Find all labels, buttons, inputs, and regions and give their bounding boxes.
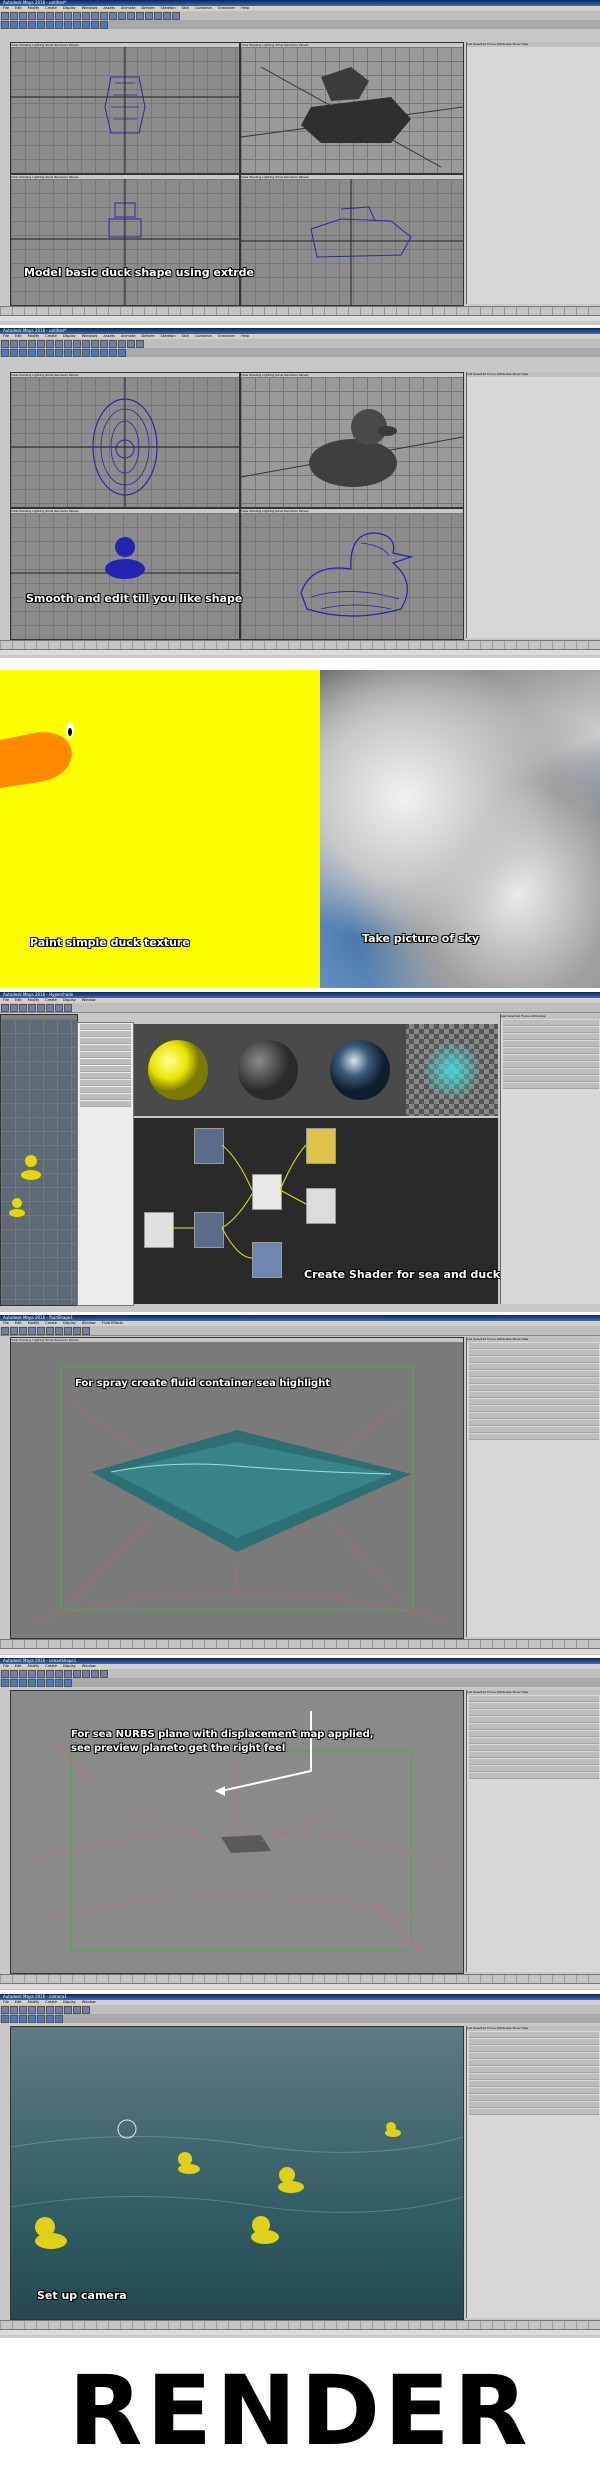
attribute-editor[interactable]: List Selected Focus Attributes Show Help [466, 2026, 600, 2318]
command-line[interactable] [0, 1648, 600, 1654]
duck-viewport[interactable] [0, 1014, 78, 1306]
camera-viewport[interactable]: Set up camera [10, 2026, 464, 2320]
maya-window-model: Autodesk Maya 2016 - untitled* File Edit M… [0, 0, 600, 325]
shelf-toolbar[interactable] [0, 348, 600, 357]
duck-texture-image: Paint simple duck texture [0, 670, 320, 988]
channel-box[interactable]: List Selected Focus Attributes Show Help [466, 42, 600, 304]
ocean-caption-line1: For sea NURBS plane with displacement ma… [71, 1729, 374, 1740]
shading-group-node[interactable] [306, 1188, 336, 1224]
shader-caption: Create Shader for sea and duck [304, 1268, 501, 1281]
texture-node[interactable] [194, 1128, 224, 1164]
shelf-toolbar[interactable] [0, 20, 600, 29]
time-slider[interactable] [0, 306, 600, 315]
shelf-toolbar[interactable] [0, 1678, 600, 1687]
status-line-toolbar[interactable] [0, 1326, 600, 1336]
command-line[interactable] [0, 1983, 600, 1989]
time-slider[interactable] [0, 1974, 600, 1983]
step-caption: Model basic duck shape using extrde [24, 266, 254, 279]
viewport-top[interactable]: View Shading Lighting Show Renderer Pane… [10, 42, 240, 174]
shader-node[interactable] [252, 1174, 282, 1210]
command-line[interactable] [0, 315, 600, 321]
time-slider[interactable] [0, 640, 600, 649]
material-swatches[interactable] [134, 1024, 498, 1116]
viewport-front[interactable]: View Shading Lighting Show Renderer Pane… [10, 174, 240, 306]
fluid-caption: For spray create fluid container sea hig… [75, 1378, 331, 1389]
viewport-side[interactable]: View Shading Lighting Show Renderer Pane… [240, 508, 464, 640]
status-line-toolbar[interactable] [0, 1003, 600, 1013]
command-line[interactable] [0, 649, 600, 655]
maya-window-ocean: Autodesk Maya 2016 - oceanShape1 File Edi… [0, 1658, 600, 1990]
duck-smooth-wireframe-top [11, 377, 239, 507]
viewport-top[interactable]: View Shading Lighting Show Renderer Pane… [10, 372, 240, 508]
time-slider[interactable] [0, 2320, 600, 2329]
camera-caption: Set up camera [37, 2289, 127, 2302]
maya-window-smooth: Autodesk Maya 2016 - untitled* File Edit M… [0, 328, 600, 658]
duck-wireframe-top [11, 47, 239, 173]
material-node[interactable] [252, 1242, 282, 1278]
duck-wireframe-side [241, 179, 463, 305]
create-node-list[interactable] [77, 1022, 134, 1306]
duck-yellow-small [9, 1155, 41, 1217]
shelf-toolbar[interactable] [0, 2014, 600, 2023]
ocean-caption-line2: see preview planeto get the right feel [71, 1743, 286, 1754]
maya-window-fluid: Autodesk Maya 2016 - fluidShape1 File Edi… [0, 1315, 600, 1655]
duck-wireframe-front [11, 179, 239, 305]
ducks-on-sea [11, 2119, 463, 2249]
maya-window-hypershade: Autodesk Maya 2016 - Hypershade File Edit… [0, 992, 600, 1312]
sky-photo: Take picture of sky [320, 670, 600, 988]
ocean-viewport[interactable]: For sea NURBS plane with displacement ma… [10, 1690, 464, 1974]
attribute-editor[interactable]: List Selected Focus Attributes Show Help [466, 1337, 600, 1637]
viewport-perspective[interactable]: View Shading Lighting Show Renderer Pane… [240, 372, 464, 508]
viewport-front[interactable]: View Shading Lighting Show Renderer Pane… [10, 508, 240, 640]
duck-smooth-front [11, 537, 239, 579]
duck-smooth-shaded [241, 409, 463, 487]
step-caption: Smooth and edit till you like shape [26, 592, 243, 605]
channel-box[interactable]: List Selected Focus Attributes Show Help [466, 372, 600, 638]
maya-window-camera: Autodesk Maya 2016 - camera1 File Edit Mod… [0, 1994, 600, 2338]
time-slider[interactable] [0, 1639, 600, 1648]
viewport-perspective[interactable]: View Shading Lighting Show Renderer Pane… [240, 42, 464, 174]
place-texture-node[interactable] [144, 1212, 174, 1248]
sky-caption: Take picture of sky [362, 932, 479, 945]
attribute-editor[interactable]: List Selected Focus Attributes [500, 1014, 600, 1304]
attribute-editor[interactable]: List Selected Focus Attributes Show Help [466, 1690, 600, 1972]
texture-caption: Paint simple duck texture [30, 936, 190, 949]
shader-spheres [148, 1024, 498, 1116]
duck-smooth-side [300, 532, 414, 617]
hypershade-graph[interactable]: Create Shader for sea and duck [134, 1118, 501, 1304]
render-heading: RENDER [68, 2355, 532, 2467]
texture-and-sky-panel: Paint simple duck texture Take picture o… [0, 670, 600, 988]
duck-blockout-shaded [241, 66, 463, 168]
viewport-side[interactable]: View Shading Lighting Show Renderer Pane… [240, 174, 464, 306]
bump-node[interactable] [306, 1128, 336, 1164]
file-node[interactable] [194, 1212, 224, 1248]
fluid-viewport[interactable]: View Shading Lighting Show Renderer Pane… [10, 1337, 464, 1639]
command-line[interactable] [0, 2329, 600, 2335]
